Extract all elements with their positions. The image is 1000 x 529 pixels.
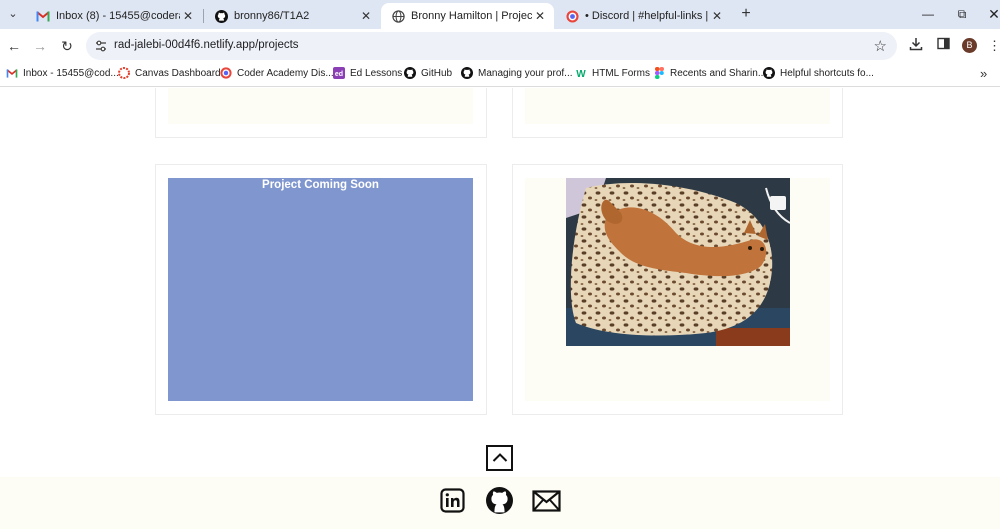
tab-gmail[interactable]: Inbox (8) - 15455@coderacade ✕	[26, 3, 202, 29]
new-tab-button[interactable]: +	[737, 6, 755, 24]
bookmark-label: Recents and Sharin...	[670, 67, 767, 79]
bookmark-label: Inbox - 15455@cod...	[23, 67, 119, 79]
footer	[0, 477, 1000, 529]
tab-github[interactable]: bronny86/T1A2 ✕	[204, 3, 380, 29]
canvas-icon	[118, 67, 130, 79]
bookmark-helpful-shortcuts[interactable]: Helpful shortcuts fo...	[763, 67, 874, 79]
svg-text:ed: ed	[335, 71, 343, 78]
more-bookmarks-icon[interactable]: »	[980, 66, 987, 81]
url-text: rad-jalebi-00d4f6.netlify.app/projects	[114, 39, 299, 51]
project-card	[512, 88, 843, 138]
globe-icon	[391, 9, 405, 23]
bookmark-ed-lessons[interactable]: ed Ed Lessons	[333, 67, 402, 79]
github-icon	[763, 67, 775, 79]
tab-bar: ⌄ Inbox (8) - 15455@coderacade ✕ bronny8…	[0, 0, 1000, 29]
mail-icon	[531, 489, 561, 517]
tab-search-button[interactable]: ⌄	[4, 5, 22, 23]
bookmark-label: Canvas Dashboard	[135, 67, 221, 79]
project-card-coming-soon: Project Coming Soon	[155, 164, 487, 415]
tab-title: Bronny Hamilton | Projects	[411, 10, 532, 22]
bookmark-html-forms[interactable]: W HTML Forms	[575, 67, 650, 80]
tab-title: • Discord | #helpful-links | Code	[585, 10, 709, 22]
minimize-icon[interactable]: —	[918, 5, 938, 23]
close-tab-icon[interactable]: ✕	[709, 8, 725, 24]
project-card-content	[525, 88, 830, 124]
reload-icon[interactable]: ↻	[58, 37, 76, 55]
github-icon	[461, 67, 473, 79]
discord-icon	[565, 9, 579, 23]
tab-discord[interactable]: • Discord | #helpful-links | Code ✕	[555, 3, 731, 29]
bookmark-coder-academy-discord[interactable]: Coder Academy Dis...	[220, 67, 334, 79]
close-tab-icon[interactable]: ✕	[532, 8, 548, 24]
github-link[interactable]	[485, 487, 513, 519]
bookmark-label: Ed Lessons	[350, 67, 403, 79]
project-placeholder[interactable]: Project Coming Soon	[168, 178, 473, 401]
page-viewport: Project Coming Soon	[0, 88, 1000, 529]
linkedin-icon	[439, 488, 465, 518]
ed-icon: ed	[333, 67, 345, 79]
site-info-icon[interactable]	[94, 39, 108, 53]
bookmarks-bar: Inbox - 15455@cod... Canvas Dashboard Co…	[0, 62, 1000, 87]
close-tab-icon[interactable]: ✕	[358, 8, 374, 24]
bookmark-label: GitHub	[421, 67, 453, 79]
bookmark-label: HTML Forms	[592, 67, 650, 79]
linkedin-link[interactable]	[438, 488, 466, 518]
back-arrow-icon[interactable]: ←	[5, 37, 23, 55]
github-icon	[214, 9, 228, 23]
svg-text:W: W	[576, 69, 586, 79]
tab-title: bronny86/T1A2	[234, 10, 310, 22]
avatar[interactable]: B	[962, 38, 977, 53]
project-card	[155, 88, 487, 138]
bookmark-figma-recents[interactable]: Recents and Sharin...	[653, 67, 766, 79]
bookmark-label: Coder Academy Dis...	[237, 67, 334, 79]
back-to-top-button[interactable]	[486, 445, 513, 471]
cat-photo[interactable]	[566, 178, 790, 346]
download-icon[interactable]	[907, 37, 925, 55]
bookmark-canvas[interactable]: Canvas Dashboard	[118, 67, 221, 79]
w3schools-icon: W	[575, 67, 587, 79]
bookmark-github[interactable]: GitHub	[404, 67, 452, 79]
gmail-icon	[6, 67, 18, 79]
figma-icon	[653, 67, 665, 79]
menu-kebab-icon[interactable]: ⋮	[988, 37, 1000, 55]
navigation-bar: ← → ↻ rad-jalebi-00d4f6.netlify.app/proj…	[0, 29, 1000, 62]
close-window-icon[interactable]: ✕	[984, 5, 1000, 23]
project-placeholder-title: Project Coming Soon	[262, 179, 379, 191]
bookmark-label: Managing your prof...	[478, 67, 573, 79]
tab-projects-active[interactable]: Bronny Hamilton | Projects ✕	[381, 3, 554, 29]
restore-icon[interactable]: ⧉	[952, 5, 972, 23]
address-bar[interactable]: rad-jalebi-00d4f6.netlify.app/projects ☆	[86, 32, 897, 60]
chevron-up-icon	[492, 449, 508, 467]
github-icon	[404, 67, 416, 79]
tab-title: Inbox (8) - 15455@coderacade	[56, 10, 180, 22]
email-link[interactable]	[531, 489, 561, 517]
bookmark-managing-profile[interactable]: Managing your prof...	[461, 67, 573, 79]
discord-icon	[220, 67, 232, 79]
close-tab-icon[interactable]: ✕	[180, 8, 196, 24]
gmail-icon	[36, 9, 50, 23]
project-card-photo	[512, 164, 843, 415]
side-panel-icon[interactable]	[934, 37, 952, 55]
project-card-content	[168, 88, 473, 124]
forward-arrow-icon[interactable]: →	[31, 37, 49, 55]
bookmark-star-icon[interactable]: ☆	[874, 37, 887, 55]
bookmark-gmail-inbox[interactable]: Inbox - 15455@cod...	[6, 67, 119, 79]
github-icon	[485, 487, 513, 519]
bookmark-label: Helpful shortcuts fo...	[780, 67, 874, 79]
